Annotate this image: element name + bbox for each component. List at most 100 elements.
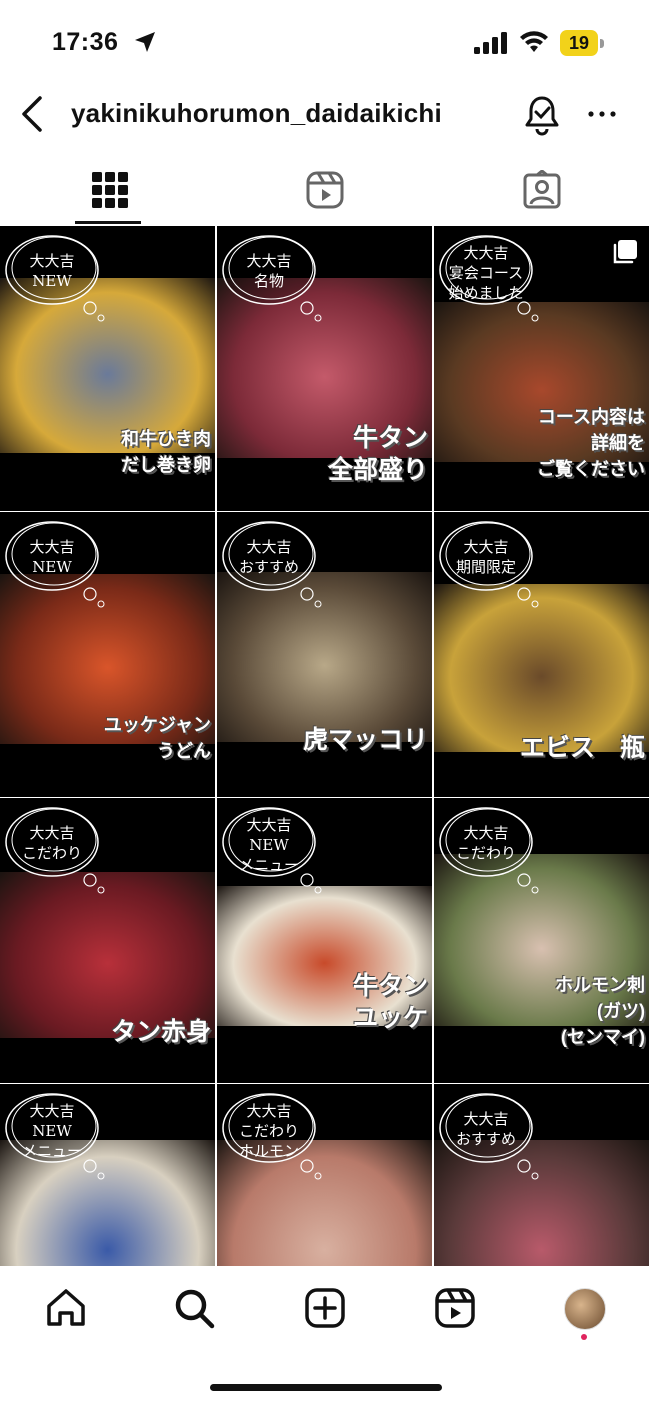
post-badge: 大大吉 こだわり (2, 804, 105, 894)
post-thumbnail[interactable]: 大大吉こだわりホルモン刺 (ガツ) (センマイ) (434, 798, 649, 1083)
post-thumbnail[interactable]: 大大吉期間限定エビス 瓶 (434, 512, 649, 797)
post-caption-line: 虎マッコリ (302, 726, 428, 754)
post-thumbnail[interactable]: 大大吉こだわりタン赤身 (0, 798, 215, 1083)
notification-bell-icon[interactable] (522, 94, 562, 136)
post-caption-line: 牛タン (352, 424, 428, 452)
post-badge-text: 大大吉 (29, 1102, 75, 1120)
post-caption-line: タン赤身 (110, 1018, 211, 1046)
post-badge-text: 大大吉 (29, 824, 75, 842)
location-arrow-icon (135, 32, 155, 52)
post-caption-line: (ガツ) (597, 1001, 645, 1021)
cellular-signal-icon (474, 32, 507, 54)
post-caption-line: だし巻き卵 (121, 455, 211, 475)
post-caption-line: ご覧ください (537, 459, 645, 479)
post-thumbnail[interactable]: 大大吉 NEW ユッケジャンうどん (0, 512, 215, 797)
battery-level: 19 (560, 30, 598, 56)
post-badge-text: 大大吉 (246, 1102, 292, 1120)
tab-tagged[interactable] (434, 156, 650, 226)
post-caption: 虎マッコリ (303, 724, 428, 756)
post-caption: 牛タン ユッケ (353, 970, 428, 1034)
post-thumbnail[interactable]: 大大吉 宴会コース 始めました コース内容は 詳細を ご覧ください (434, 226, 649, 511)
post-badge-text: ホルモン (238, 1142, 299, 1160)
reels-icon[interactable] (433, 1286, 477, 1330)
post-badge: 大大吉 期間限定 (436, 518, 539, 608)
carousel-icon (611, 238, 639, 271)
profile-username: yakinikuhorumon_daidaikichi (71, 98, 442, 128)
post-caption-line: コース内容は (537, 407, 645, 427)
post-thumbnail[interactable]: 大大吉 こだわり ホルモン (217, 1084, 432, 1266)
post-badge: 大大吉 宴会コース 始めました (436, 232, 539, 322)
post-caption: コース内容は詳細をご覧ください (537, 404, 645, 482)
more-options-icon[interactable] (586, 98, 618, 130)
post-badge-text: 大大吉 (463, 244, 509, 262)
post-caption-line: 和牛ひき肉 (121, 429, 211, 449)
post-caption: エビス 瓶 (520, 732, 645, 764)
post-badge-text: 大大吉 (29, 252, 75, 270)
post-badge-text: こだわり (21, 844, 82, 862)
search-icon[interactable] (172, 1286, 216, 1330)
post-badge-text: おすすめ (455, 1130, 516, 1148)
post-badge-text: メニュー (21, 1142, 82, 1160)
status-time: 17:36 (52, 28, 119, 56)
post-badge: 大大吉 NEW メニュー (219, 804, 322, 894)
plus-square-icon[interactable] (303, 1286, 347, 1330)
post-badge-text: NEW (32, 1122, 72, 1140)
post-badge-text: 大大吉 (246, 538, 292, 556)
post-badge-text: 宴会コース (448, 264, 524, 282)
post-badge: 大大吉 NEW メニュー (2, 1090, 105, 1180)
post-badge: 大大吉 こだわり (436, 804, 539, 894)
post-caption-line: 全部盛り (327, 456, 428, 484)
post-badge-text: 大大吉 (29, 538, 75, 556)
post-badge-text: 期間限定 (455, 558, 516, 576)
post-badge-text: 大大吉 (463, 824, 509, 842)
wifi-icon (520, 31, 548, 52)
battery-icon: 19 (560, 30, 604, 56)
post-thumbnail[interactable]: 大大吉 NEW メニュー (0, 1084, 215, 1266)
post-caption: 和牛ひき肉だし巻き卵 (121, 426, 211, 478)
post-badge-text: NEW (249, 836, 289, 854)
post-caption-line: 詳細を (591, 433, 645, 453)
post-caption-line: ホルモン刺 (555, 975, 645, 995)
reels-icon (306, 171, 344, 209)
tab-grid[interactable] (0, 156, 216, 226)
post-badge-text: 名物 (253, 272, 284, 290)
tab-reels[interactable] (217, 156, 433, 226)
post-badge-text: 大大吉 (463, 1110, 509, 1128)
home-indicator (210, 1384, 442, 1391)
back-arrow-icon[interactable] (16, 94, 46, 134)
profile-tabs (0, 156, 650, 226)
posts-grid: 大大吉 NEW 和牛ひき肉 だし巻き卵 大大吉 名物 牛タン 全部盛り 大大吉 宴会コース 始めまし… (0, 226, 650, 1266)
post-photo (0, 872, 215, 1038)
post-badge: 大大吉 名物 (219, 232, 322, 322)
status-bar: 17:36 19 (0, 0, 650, 86)
post-caption-line: 牛タン (352, 972, 428, 1000)
post-badge-text: こだわり (455, 844, 516, 862)
post-caption: ユッケジャンうどん (104, 712, 211, 764)
tagged-icon (523, 170, 561, 209)
post-badge-text: メニュー (238, 856, 299, 874)
post-caption-line: ユッケジャン (103, 715, 211, 735)
post-badge-text: 大大吉 (246, 816, 292, 834)
post-caption: ホルモン刺 (ガツ) (センマイ) (555, 972, 645, 1050)
post-thumbnail[interactable]: 大大吉 おすすめ虎マッコリ (217, 512, 432, 797)
post-badge: 大大吉 おすすめ (436, 1090, 539, 1180)
profile-header: yakinikuhorumon_daidaikichi (0, 86, 650, 146)
post-thumbnail[interactable]: 大大吉 おすすめ (434, 1084, 649, 1266)
post-caption: 牛タン全部盛り (328, 422, 428, 486)
post-caption-line: うどん (157, 741, 211, 761)
post-thumbnail[interactable]: 大大吉名物牛タン全部盛り (217, 226, 432, 511)
home-icon[interactable] (44, 1286, 88, 1330)
post-badge: 大大吉 こだわり ホルモン (219, 1090, 322, 1180)
post-caption-line: ユッケ (352, 1004, 428, 1032)
profile-avatar[interactable] (564, 1288, 608, 1332)
post-badge: 大大吉 NEW (2, 518, 105, 608)
post-thumbnail[interactable]: 大大吉 NEW 和牛ひき肉だし巻き卵 (0, 226, 215, 511)
post-caption-line: (センマイ) (561, 1027, 645, 1047)
post-badge: 大大吉 NEW (2, 232, 105, 322)
post-badge: 大大吉 おすすめ (219, 518, 322, 608)
post-thumbnail[interactable]: 大大吉 NEW メニュー牛タンユッケ (217, 798, 432, 1083)
post-caption-line: エビス 瓶 (519, 734, 645, 762)
post-badge-text: 大大吉 (463, 538, 509, 556)
active-tab-indicator (75, 221, 141, 224)
post-badge-text: 大大吉 (246, 252, 292, 270)
